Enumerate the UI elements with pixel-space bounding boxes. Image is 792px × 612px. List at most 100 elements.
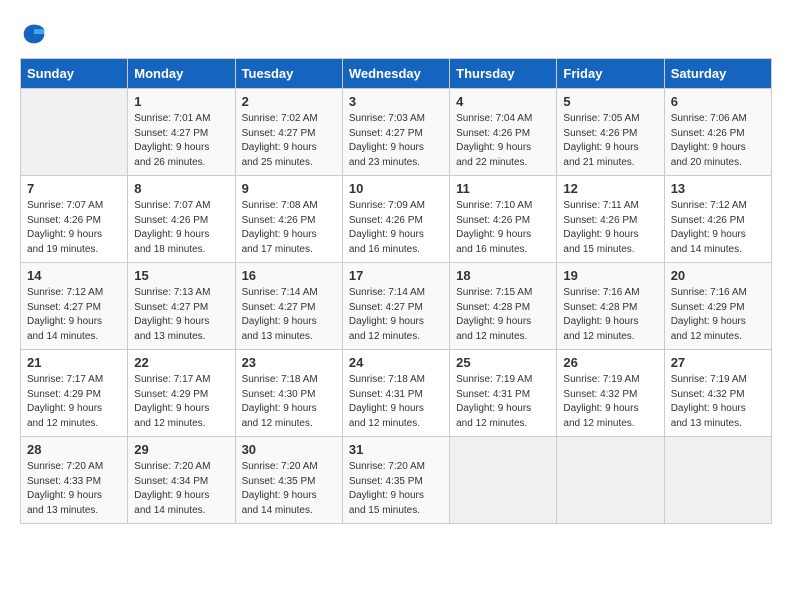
day-info: Sunrise: 7:13 AM Sunset: 4:27 PM Dayligh…: [134, 286, 228, 344]
day-info: Sunrise: 7:20 AM Sunset: 4:33 PM Dayligh…: [27, 460, 121, 518]
calendar-day-cell: 31Sunrise: 7:20 AM Sunset: 4:35 PM Dayli…: [342, 437, 449, 524]
calendar-day-cell: 30 Sunrise: 7:20 AM Sunset: 4:35 PM Dayli…: [235, 437, 342, 524]
day-info: Sunrise: 7:20 AM Sunset: 4:35 PM Dayligh…: [242, 460, 336, 518]
day-number: 17: [349, 268, 443, 283]
day-number: 25: [456, 355, 550, 370]
calendar-header-sunday: Sunday: [21, 59, 128, 89]
calendar-week-row: 1 Sunrise: 7:01 AM Sunset: 4:27 PM Daylig…: [21, 89, 772, 176]
day-number: 16: [242, 268, 336, 283]
day-number: 19: [563, 268, 657, 283]
calendar-week-row: 21 Sunrise: 7:17 AM Sunset: 4:29 PM Dayli…: [21, 350, 772, 437]
calendar-week-row: 14 Sunrise: 7:12 AM Sunset: 4:27 PM Dayli…: [21, 263, 772, 350]
day-info: Sunrise: 7:11 AM Sunset: 4:26 PM Dayligh…: [563, 199, 657, 257]
day-info: Sunrise: 7:02 AM Sunset: 4:27 PM Dayligh…: [242, 112, 336, 170]
calendar-day-cell: 29 Sunrise: 7:20 AM Sunset: 4:34 PM Dayli…: [128, 437, 235, 524]
day-number: 28: [27, 442, 121, 457]
day-number: 31: [349, 442, 443, 457]
calendar-day-cell: 22 Sunrise: 7:17 AM Sunset: 4:29 PM Dayli…: [128, 350, 235, 437]
calendar-day-cell: 1 Sunrise: 7:01 AM Sunset: 4:27 PM Daylig…: [128, 89, 235, 176]
day-number: 27: [671, 355, 765, 370]
calendar-header-tuesday: Tuesday: [235, 59, 342, 89]
calendar-day-cell: 18 Sunrise: 7:15 AM Sunset: 4:28 PM Dayli…: [450, 263, 557, 350]
day-number: 24: [349, 355, 443, 370]
calendar-day-cell: [664, 437, 771, 524]
day-info: Sunrise: 7:15 AM Sunset: 4:28 PM Dayligh…: [456, 286, 550, 344]
calendar-day-cell: 26Sunrise: 7:19 AM Sunset: 4:32 PM Dayli…: [557, 350, 664, 437]
day-info: Sunrise: 7:16 AM Sunset: 4:29 PM Dayligh…: [671, 286, 765, 344]
day-number: 6: [671, 94, 765, 109]
calendar-day-cell: [557, 437, 664, 524]
day-number: 29: [134, 442, 228, 457]
day-info: Sunrise: 7:17 AM Sunset: 4:29 PM Dayligh…: [27, 373, 121, 431]
day-info: Sunrise: 7:12 AM Sunset: 4:27 PM Dayligh…: [27, 286, 121, 344]
day-number: 13: [671, 181, 765, 196]
day-number: 5: [563, 94, 657, 109]
day-number: 14: [27, 268, 121, 283]
calendar-header-thursday: Thursday: [450, 59, 557, 89]
day-number: 7: [27, 181, 121, 196]
calendar-day-cell: 11 Sunrise: 7:10 AM Sunset: 4:26 PM Dayli…: [450, 176, 557, 263]
calendar-table: SundayMondayTuesdayWednesdayThursdayFrid…: [20, 58, 772, 524]
day-number: 8: [134, 181, 228, 196]
day-info: Sunrise: 7:10 AM Sunset: 4:26 PM Dayligh…: [456, 199, 550, 257]
calendar-day-cell: 14 Sunrise: 7:12 AM Sunset: 4:27 PM Dayli…: [21, 263, 128, 350]
day-info: Sunrise: 7:14 AM Sunset: 4:27 PM Dayligh…: [349, 286, 443, 344]
day-info: Sunrise: 7:04 AM Sunset: 4:26 PM Dayligh…: [456, 112, 550, 170]
calendar-day-cell: 19 Sunrise: 7:16 AM Sunset: 4:28 PM Dayli…: [557, 263, 664, 350]
day-number: 11: [456, 181, 550, 196]
calendar-day-cell: 2Sunrise: 7:02 AM Sunset: 4:27 PM Daylig…: [235, 89, 342, 176]
day-info: Sunrise: 7:16 AM Sunset: 4:28 PM Dayligh…: [563, 286, 657, 344]
calendar-week-row: 7 Sunrise: 7:07 AM Sunset: 4:26 PM Daylig…: [21, 176, 772, 263]
calendar-day-cell: 24 Sunrise: 7:18 AM Sunset: 4:31 PM Dayli…: [342, 350, 449, 437]
calendar-day-cell: 6 Sunrise: 7:06 AM Sunset: 4:26 PM Daylig…: [664, 89, 771, 176]
calendar-day-cell: 4 Sunrise: 7:04 AM Sunset: 4:26 PM Daylig…: [450, 89, 557, 176]
day-number: 22: [134, 355, 228, 370]
day-info: Sunrise: 7:03 AM Sunset: 4:27 PM Dayligh…: [349, 112, 443, 170]
day-info: Sunrise: 7:19 AM Sunset: 4:32 PM Dayligh…: [563, 373, 657, 431]
header: [20, 20, 772, 48]
day-info: Sunrise: 7:06 AM Sunset: 4:26 PM Dayligh…: [671, 112, 765, 170]
day-info: Sunrise: 7:07 AM Sunset: 4:26 PM Dayligh…: [134, 199, 228, 257]
calendar-day-cell: [450, 437, 557, 524]
day-info: Sunrise: 7:20 AM Sunset: 4:34 PM Dayligh…: [134, 460, 228, 518]
logo: [20, 20, 52, 48]
day-info: Sunrise: 7:08 AM Sunset: 4:26 PM Dayligh…: [242, 199, 336, 257]
day-number: 4: [456, 94, 550, 109]
day-info: Sunrise: 7:17 AM Sunset: 4:29 PM Dayligh…: [134, 373, 228, 431]
day-info: Sunrise: 7:01 AM Sunset: 4:27 PM Dayligh…: [134, 112, 228, 170]
day-info: Sunrise: 7:14 AM Sunset: 4:27 PM Dayligh…: [242, 286, 336, 344]
calendar-header-saturday: Saturday: [664, 59, 771, 89]
calendar-day-cell: [21, 89, 128, 176]
day-info: Sunrise: 7:18 AM Sunset: 4:31 PM Dayligh…: [349, 373, 443, 431]
day-info: Sunrise: 7:19 AM Sunset: 4:31 PM Dayligh…: [456, 373, 550, 431]
calendar-day-cell: 23Sunrise: 7:18 AM Sunset: 4:30 PM Dayli…: [235, 350, 342, 437]
calendar-header-monday: Monday: [128, 59, 235, 89]
calendar-day-cell: 27 Sunrise: 7:19 AM Sunset: 4:32 PM Dayli…: [664, 350, 771, 437]
calendar-day-cell: 10Sunrise: 7:09 AM Sunset: 4:26 PM Dayli…: [342, 176, 449, 263]
calendar-day-cell: 20Sunrise: 7:16 AM Sunset: 4:29 PM Dayli…: [664, 263, 771, 350]
calendar-day-cell: 13 Sunrise: 7:12 AM Sunset: 4:26 PM Dayli…: [664, 176, 771, 263]
calendar-day-cell: 3 Sunrise: 7:03 AM Sunset: 4:27 PM Daylig…: [342, 89, 449, 176]
calendar-day-cell: 16 Sunrise: 7:14 AM Sunset: 4:27 PM Dayli…: [235, 263, 342, 350]
calendar-day-cell: 21 Sunrise: 7:17 AM Sunset: 4:29 PM Dayli…: [21, 350, 128, 437]
day-number: 30: [242, 442, 336, 457]
day-number: 3: [349, 94, 443, 109]
calendar-day-cell: 15 Sunrise: 7:13 AM Sunset: 4:27 PM Dayli…: [128, 263, 235, 350]
day-number: 15: [134, 268, 228, 283]
day-info: Sunrise: 7:12 AM Sunset: 4:26 PM Dayligh…: [671, 199, 765, 257]
day-number: 1: [134, 94, 228, 109]
day-number: 21: [27, 355, 121, 370]
day-info: Sunrise: 7:07 AM Sunset: 4:26 PM Dayligh…: [27, 199, 121, 257]
calendar-header-row: SundayMondayTuesdayWednesdayThursdayFrid…: [21, 59, 772, 89]
calendar-day-cell: 5Sunrise: 7:05 AM Sunset: 4:26 PM Daylig…: [557, 89, 664, 176]
calendar-day-cell: 7 Sunrise: 7:07 AM Sunset: 4:26 PM Daylig…: [21, 176, 128, 263]
calendar-header-friday: Friday: [557, 59, 664, 89]
calendar-day-cell: 8 Sunrise: 7:07 AM Sunset: 4:26 PM Daylig…: [128, 176, 235, 263]
page-wrapper: SundayMondayTuesdayWednesdayThursdayFrid…: [20, 20, 772, 524]
day-info: Sunrise: 7:19 AM Sunset: 4:32 PM Dayligh…: [671, 373, 765, 431]
calendar-week-row: 28 Sunrise: 7:20 AM Sunset: 4:33 PM Dayli…: [21, 437, 772, 524]
day-number: 18: [456, 268, 550, 283]
day-number: 23: [242, 355, 336, 370]
calendar-day-cell: 9Sunrise: 7:08 AM Sunset: 4:26 PM Daylig…: [235, 176, 342, 263]
day-info: Sunrise: 7:09 AM Sunset: 4:26 PM Dayligh…: [349, 199, 443, 257]
